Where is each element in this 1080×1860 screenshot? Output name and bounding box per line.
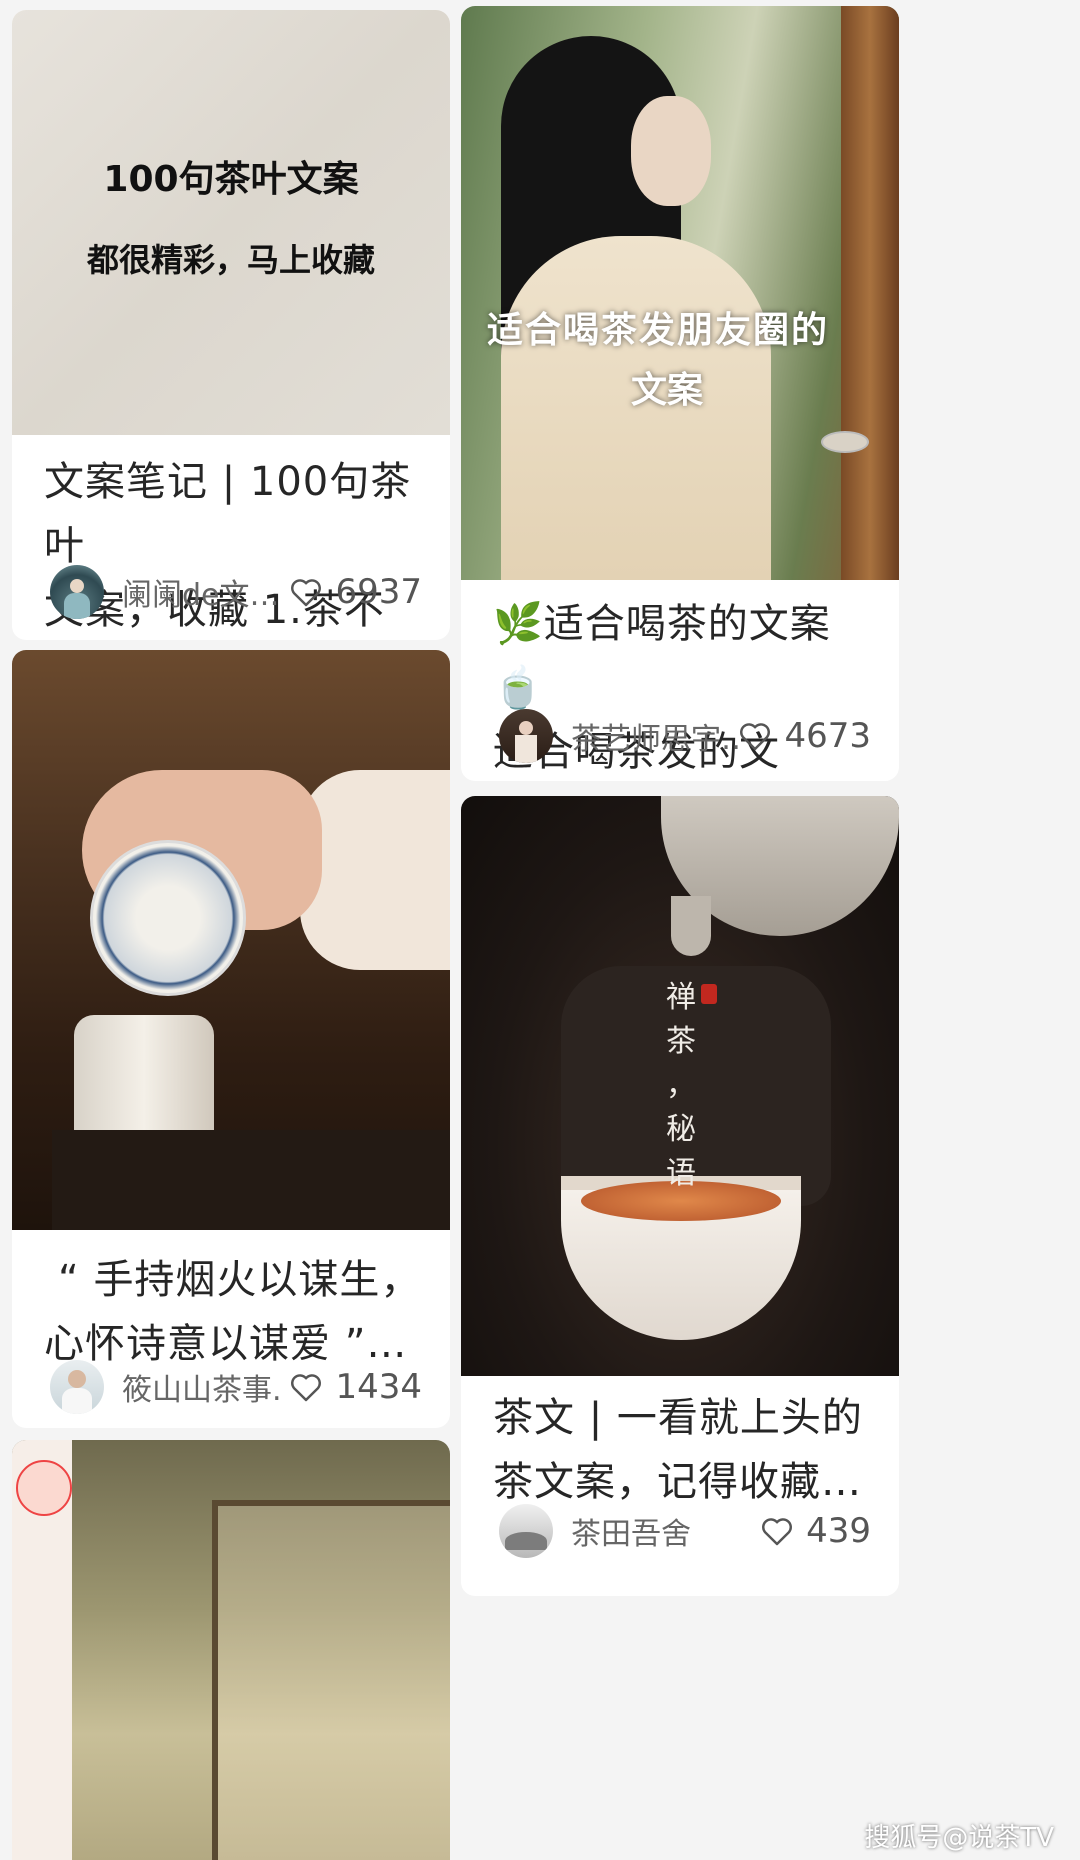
post-image-4[interactable]: 禅 茶 ， 秘 语 bbox=[461, 796, 899, 1376]
like-button[interactable]: 1434 bbox=[289, 1367, 422, 1407]
figure-face bbox=[631, 96, 711, 206]
author-avatar[interactable] bbox=[499, 1504, 553, 1558]
author-name[interactable]: 茶田吾舍 bbox=[571, 1509, 760, 1553]
post-title-line: “ 手持烟火以谋生， bbox=[58, 1257, 422, 1303]
like-count: 439 bbox=[806, 1511, 871, 1551]
author-avatar[interactable] bbox=[50, 565, 104, 619]
author-avatar[interactable] bbox=[499, 709, 553, 763]
poem-char: 茶 bbox=[666, 1024, 696, 1059]
poem-char: 语 bbox=[666, 1156, 696, 1191]
gaiwan-shape bbox=[90, 840, 246, 996]
poem-char: 秘 bbox=[666, 1112, 696, 1147]
like-button[interactable]: 439 bbox=[760, 1511, 871, 1551]
heart-outline-icon bbox=[740, 723, 771, 751]
watermark: 搜狐号@说茶TV bbox=[864, 1823, 1054, 1853]
tea-cup-shape bbox=[821, 431, 869, 453]
post-meta-2: 茶艺师思宇… 4673 bbox=[499, 706, 871, 766]
post-card-1[interactable]: 100句茶叶文案 都很精彩，马上收藏 文案笔记 | 100句茶叶 文案，收藏 1… bbox=[12, 10, 450, 640]
window-frame bbox=[212, 1500, 450, 1860]
pillar-shape bbox=[841, 6, 899, 580]
post-image-3[interactable] bbox=[12, 650, 450, 1230]
heart-outline-icon bbox=[762, 1518, 793, 1546]
vertical-poem: 禅 茶 ， 秘 语 bbox=[661, 976, 701, 1196]
post-title-line: 🌿适合喝茶的文案🍵 bbox=[493, 601, 831, 711]
like-button[interactable]: 6937 bbox=[289, 572, 422, 612]
post-image-2[interactable]: 适合喝茶发朋友圈的 文案 bbox=[461, 6, 899, 580]
image-subheadline-2: 文案 bbox=[631, 369, 704, 411]
author-name[interactable]: 筱山山茶事. bbox=[122, 1365, 289, 1409]
heart-outline-icon bbox=[291, 579, 322, 607]
poem-char: ， bbox=[666, 1068, 696, 1103]
sleeve-shape bbox=[300, 770, 450, 970]
poem-char: 禅 bbox=[666, 980, 696, 1015]
like-count: 1434 bbox=[335, 1367, 422, 1407]
post-meta-4: 茶田吾舍 439 bbox=[499, 1501, 871, 1561]
post-card-5[interactable] bbox=[12, 1440, 450, 1860]
post-card-4[interactable]: 禅 茶 ， 秘 语 茶文 | 一看就上头的 茶文案，记得收藏… 茶田吾舍 439 bbox=[461, 796, 899, 1596]
author-name[interactable]: 阑阑de文… bbox=[122, 570, 289, 614]
heart-outline-icon bbox=[291, 1374, 322, 1402]
post-title-4[interactable]: 茶文 | 一看就上头的 茶文案，记得收藏… bbox=[493, 1386, 877, 1514]
table-shape bbox=[52, 1130, 450, 1230]
post-card-2[interactable]: 适合喝茶发朋友圈的 文案 🌿适合喝茶的文案🍵 适合喝茶发的文案，… 茶艺师思宇…… bbox=[461, 6, 899, 781]
post-image-1[interactable]: 100句茶叶文案 都很精彩，马上收藏 bbox=[12, 10, 450, 435]
post-meta-1: 阑阑de文… 6937 bbox=[50, 562, 422, 622]
like-button[interactable]: 4673 bbox=[738, 716, 871, 756]
post-title-line: 茶文 | 一看就上头的 bbox=[493, 1395, 863, 1441]
image-headline-1: 100句茶叶文案 bbox=[103, 159, 359, 200]
author-name[interactable]: 茶艺师思宇… bbox=[571, 714, 738, 758]
red-seal-icon bbox=[701, 984, 717, 1004]
post-card-3[interactable]: “ 手持烟火以谋生， 心怀诗意以谋爱 ”… 筱山山茶事. 1434 bbox=[12, 650, 450, 1428]
post-image-5[interactable] bbox=[12, 1440, 450, 1860]
post-title-line: 文案笔记 | 100句茶叶 bbox=[44, 459, 412, 569]
like-count: 6937 bbox=[335, 572, 422, 612]
sticker-face bbox=[16, 1460, 72, 1516]
image-headline-2: 适合喝茶发朋友圈的 bbox=[487, 309, 830, 351]
post-meta-3: 筱山山茶事. 1434 bbox=[50, 1357, 422, 1417]
author-avatar[interactable] bbox=[50, 1360, 104, 1414]
like-count: 4673 bbox=[784, 716, 871, 756]
teapot-spout bbox=[671, 896, 711, 956]
image-subheadline-1: 都很精彩，马上收藏 bbox=[86, 241, 375, 279]
